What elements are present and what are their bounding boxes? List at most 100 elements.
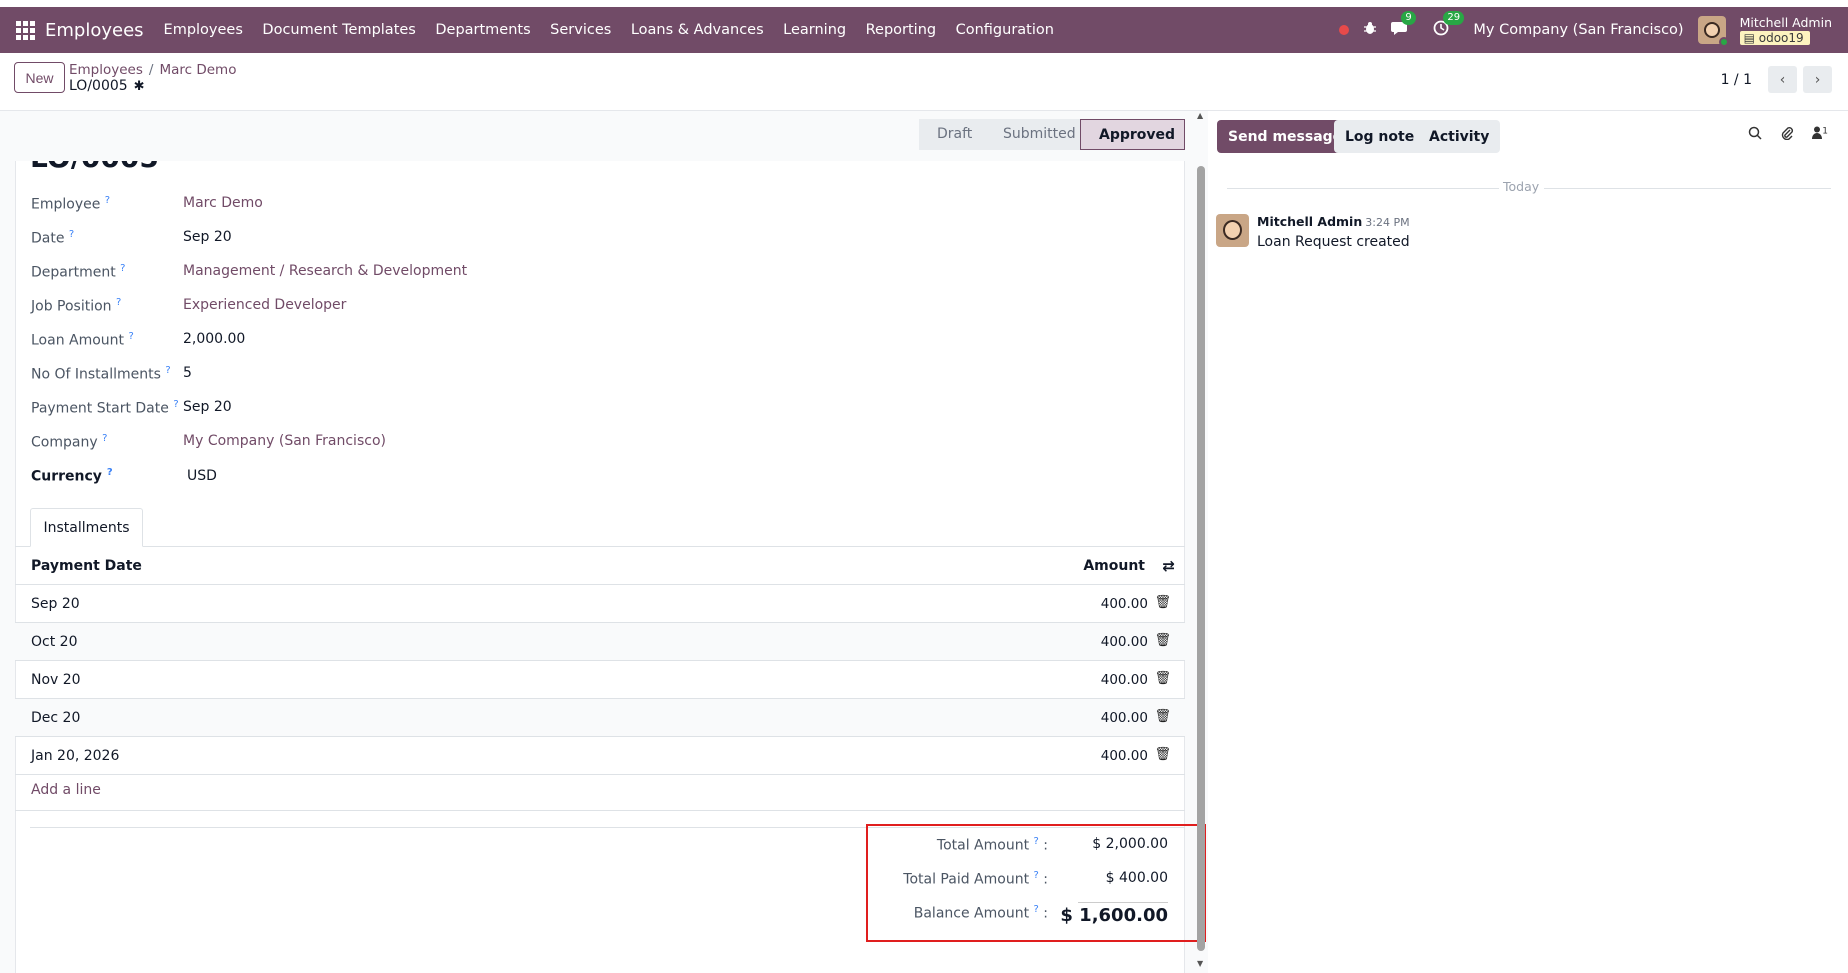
menu-loans-advances[interactable]: Loans & Advances xyxy=(631,22,764,38)
totals-highlight-box: Total Amount ? : $ 2,000.00 Total Paid A… xyxy=(866,824,1206,942)
menu-departments[interactable]: Departments xyxy=(435,22,530,38)
message-body: Loan Request created xyxy=(1257,234,1410,250)
menu-learning[interactable]: Learning xyxy=(783,22,846,38)
log-note-button[interactable]: Log note xyxy=(1334,120,1426,153)
followers-icon[interactable]: 1 xyxy=(1812,126,1828,144)
stage-draft[interactable]: Draft xyxy=(919,119,988,150)
date-label: Date ? xyxy=(31,229,75,247)
job-position-label: Job Position ? xyxy=(31,297,122,315)
row-amount: 400.00 xyxy=(1100,710,1148,726)
amount-column-header[interactable]: Amount xyxy=(1083,558,1145,574)
row-payment-date: Dec 20 xyxy=(31,710,81,726)
row-amount: 400.00 xyxy=(1100,672,1148,688)
row-amount: 400.00 xyxy=(1100,748,1148,764)
company-value[interactable]: My Company (San Francisco) xyxy=(183,433,386,449)
date-value[interactable]: Sep 20 xyxy=(183,229,232,245)
add-a-line-link[interactable]: Add a line xyxy=(31,782,101,798)
delete-row-trash-icon[interactable]: 🗑 xyxy=(1154,595,1171,610)
job-position-value[interactable]: Experienced Developer xyxy=(183,297,346,313)
balance-amount-value: $ 1,600.00 xyxy=(1060,905,1168,926)
stage-submitted[interactable]: Submitted xyxy=(985,119,1083,150)
row-amount: 400.00 xyxy=(1100,596,1148,612)
balance-divider xyxy=(1078,902,1168,903)
installments-count-label: No Of Installments ? xyxy=(31,365,171,383)
company-switcher[interactable]: My Company (San Francisco) xyxy=(1473,22,1683,38)
messages-icon[interactable]: 9 xyxy=(1391,11,1416,40)
activities-clock-icon[interactable]: 29 xyxy=(1433,11,1465,40)
scroll-up-arrow-icon[interactable]: ▲ xyxy=(1197,111,1203,120)
status-bar: Draft Submitted Approved xyxy=(0,111,1208,161)
payment-date-column-header[interactable]: Payment Date xyxy=(31,558,142,574)
total-paid-amount-label: Total Paid Amount ? : xyxy=(903,870,1048,888)
pager-previous-icon[interactable]: ‹ xyxy=(1768,66,1797,93)
breadcrumb-employees[interactable]: Employees xyxy=(69,62,143,78)
menu-configuration[interactable]: Configuration xyxy=(956,22,1054,38)
gear-icon[interactable]: ✱ xyxy=(134,79,145,94)
user-name: Mitchell Admin xyxy=(1739,14,1832,30)
send-message-button[interactable]: Send message xyxy=(1217,120,1354,153)
online-status-icon xyxy=(1718,37,1729,47)
total-amount-value: $ 2,000.00 xyxy=(1092,836,1168,852)
table-header: Payment Date Amount ⇄ xyxy=(15,547,1185,585)
payment-start-date-label: Payment Start Date ? xyxy=(31,399,179,417)
stage-approved[interactable]: Approved xyxy=(1080,119,1185,150)
search-icon[interactable] xyxy=(1748,126,1762,144)
activity-button[interactable]: Activity xyxy=(1418,120,1501,153)
row-payment-date: Nov 20 xyxy=(31,672,81,688)
scroll-down-arrow-icon[interactable]: ▼ xyxy=(1197,959,1203,968)
menu-reporting[interactable]: Reporting xyxy=(866,22,937,38)
row-payment-date: Oct 20 xyxy=(31,634,78,650)
control-panel: New Employees / Marc Demo LO/0005 ✱ 1 / 1 … xyxy=(0,53,1848,111)
pager-next-icon[interactable]: › xyxy=(1803,66,1832,93)
top-navbar: Employees Employees Document Templates D… xyxy=(0,7,1848,53)
row-amount: 400.00 xyxy=(1100,634,1148,650)
delete-row-trash-icon[interactable]: 🗑 xyxy=(1154,633,1171,648)
menu-services[interactable]: Services xyxy=(550,22,611,38)
breadcrumb: Employees / Marc Demo xyxy=(69,62,237,78)
employee-value[interactable]: Marc Demo xyxy=(183,195,263,211)
currency-label: Currency ? xyxy=(31,467,113,485)
delete-row-trash-icon[interactable]: 🗑 xyxy=(1154,747,1171,762)
apps-menu-icon[interactable] xyxy=(15,20,35,40)
row-payment-date: Sep 20 xyxy=(31,596,80,612)
user-avatar[interactable] xyxy=(1697,16,1729,47)
delete-row-trash-icon[interactable]: 🗑 xyxy=(1154,709,1171,724)
total-paid-amount-value: $ 400.00 xyxy=(1105,870,1168,886)
record-name: LO/0005 ✱ xyxy=(69,78,145,94)
add-line-row xyxy=(15,773,1185,811)
table-row[interactable]: Sep 20 400.00 🗑 xyxy=(15,585,1185,623)
recording-indicator-icon[interactable] xyxy=(1339,25,1350,35)
payment-start-date-value[interactable]: Sep 20 xyxy=(183,399,232,415)
scroll-thumb[interactable] xyxy=(1197,166,1205,951)
activities-count-badge: 29 xyxy=(1443,11,1465,25)
message-author[interactable]: Mitchell Admin 3:24 PM xyxy=(1257,214,1410,229)
installments-count-value[interactable]: 5 xyxy=(183,365,192,381)
table-row[interactable]: Oct 20 400.00 🗑 xyxy=(15,623,1185,661)
row-payment-date: Jan 20, 2026 xyxy=(31,748,120,764)
message-author-avatar[interactable] xyxy=(1216,214,1249,247)
paperclip-icon[interactable] xyxy=(1780,126,1794,144)
menu-employees[interactable]: Employees xyxy=(164,22,243,38)
column-options-icon[interactable]: ⇄ xyxy=(1162,557,1175,575)
table-row[interactable]: Dec 20 400.00 🗑 xyxy=(15,699,1185,737)
department-value[interactable]: Management / Research & Development xyxy=(183,263,467,279)
tab-installments[interactable]: Installments xyxy=(30,508,143,547)
currency-value[interactable]: USD xyxy=(187,468,217,484)
messages-count-badge: 9 xyxy=(1401,11,1416,25)
debug-bug-icon[interactable] xyxy=(1363,21,1377,39)
table-row[interactable]: Nov 20 400.00 🗑 xyxy=(15,661,1185,699)
app-brand[interactable]: Employees xyxy=(45,20,144,41)
new-button[interactable]: New xyxy=(14,62,65,93)
delete-row-trash-icon[interactable]: 🗑 xyxy=(1154,671,1171,686)
form-scrollbar[interactable]: ▲ ▼ xyxy=(1195,111,1207,973)
loan-amount-label: Loan Amount ? xyxy=(31,331,134,349)
pager: 1 / 1 ‹ › xyxy=(1721,66,1832,93)
loan-amount-value[interactable]: 2,000.00 xyxy=(183,331,245,347)
user-menu[interactable]: Mitchell Admin ▤ odoo19 xyxy=(1739,14,1832,45)
pager-value[interactable]: 1 / 1 xyxy=(1721,72,1752,88)
menu-document-templates[interactable]: Document Templates xyxy=(262,22,415,38)
table-row[interactable]: Jan 20, 2026 400.00 🗑 xyxy=(15,737,1185,775)
employee-label: Employee ? xyxy=(31,195,111,213)
chatter-panel: Send message Log note Activity 1 Today M… xyxy=(1208,111,1848,973)
breadcrumb-marc-demo[interactable]: Marc Demo xyxy=(159,62,236,78)
